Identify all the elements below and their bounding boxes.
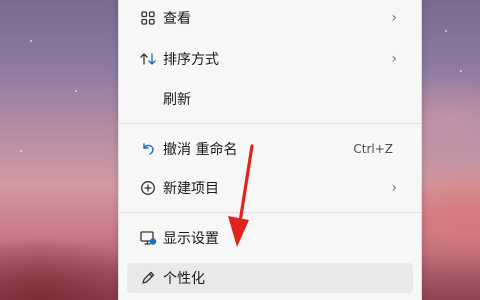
shortcut-label: Ctrl+Z: [353, 142, 393, 156]
sort-icon: [137, 48, 159, 70]
menu-item-label: 撤消 重命名: [163, 142, 238, 158]
menu-item-sort-by[interactable]: 排序方式 ›: [127, 44, 413, 74]
context-menu: 查看 › 排序方式 › 刷新 撤消 重命名 Ctrl+Z 新建项目 › 显示设置…: [118, 0, 422, 300]
menu-item-refresh[interactable]: 刷新: [127, 84, 413, 114]
menu-item-label: 刷新: [163, 92, 191, 108]
add-circle-icon: [137, 177, 159, 199]
menu-item-undo-rename[interactable]: 撤消 重命名 Ctrl+Z: [127, 134, 413, 164]
chevron-right-icon: ›: [391, 180, 397, 196]
undo-icon: [137, 138, 159, 160]
menu-item-display-settings[interactable]: 显示设置: [127, 223, 413, 253]
menu-item-new[interactable]: 新建项目 ›: [127, 173, 413, 203]
menu-item-label: 显示设置: [163, 231, 219, 247]
chevron-right-icon: ›: [391, 10, 397, 26]
menu-item-label: 个性化: [163, 271, 205, 287]
menu-item-personalize[interactable]: 个性化: [127, 263, 413, 293]
grid-view-icon: [137, 7, 159, 29]
pen-icon: [137, 267, 159, 289]
menu-separator: [119, 212, 421, 213]
menu-separator: [119, 123, 421, 124]
display-settings-icon: [137, 227, 159, 249]
menu-item-label: 排序方式: [163, 52, 219, 68]
chevron-right-icon: ›: [391, 51, 397, 67]
menu-item-label: 新建项目: [163, 181, 219, 197]
menu-item-label: 查看: [163, 11, 191, 27]
menu-item-view[interactable]: 查看 ›: [127, 3, 413, 33]
